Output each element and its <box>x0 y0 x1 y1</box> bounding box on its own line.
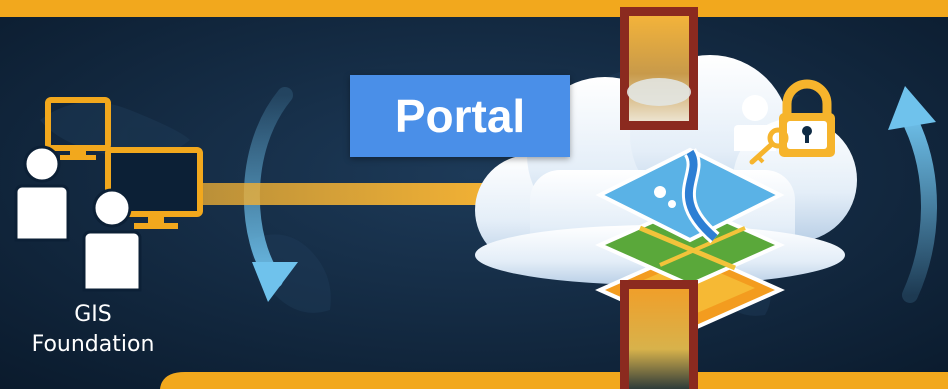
bottom-frame-bar <box>160 372 948 389</box>
portal-label: Portal <box>394 90 526 142</box>
portal-diagram: Portal GIS Foundation <box>0 0 948 389</box>
caption-line-1: GIS <box>74 302 112 327</box>
gis-foundation-caption: GIS Foundation <box>18 300 168 360</box>
caption-line-2: Foundation <box>31 332 155 357</box>
top-handle <box>620 7 698 130</box>
portal-label-box: Portal <box>350 75 570 157</box>
bottom-handle <box>620 280 698 389</box>
top-frame-bar <box>0 0 948 17</box>
person-icon <box>14 145 70 242</box>
